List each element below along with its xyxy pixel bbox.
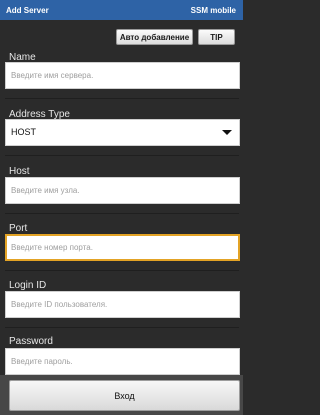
app-name: SSM mobile [190, 6, 236, 15]
login-id-label: Login ID [9, 280, 47, 291]
login-id-input[interactable]: Введите ID пользователя. [5, 291, 240, 318]
password-label: Password [9, 336, 53, 347]
password-input[interactable]: Введите пароль. [5, 348, 240, 375]
auto-add-button[interactable]: Авто добавление [116, 29, 193, 45]
page-title: Add Server [6, 6, 49, 15]
divider [5, 98, 239, 99]
address-type-value: HOST [11, 127, 37, 137]
port-input[interactable]: Введите номер порта. [5, 234, 240, 261]
server-name-input[interactable]: Введите имя сервера. [5, 62, 240, 89]
host-input[interactable]: Введите имя узла. [5, 177, 240, 204]
login-button[interactable]: Вход [9, 380, 240, 411]
divider [5, 327, 239, 328]
divider [5, 213, 239, 214]
address-type-select[interactable]: HOST [5, 119, 240, 146]
tip-button[interactable]: TIP [198, 29, 235, 45]
host-label: Host [9, 166, 30, 177]
port-label: Port [9, 223, 28, 234]
dropdown-arrow-icon [222, 130, 232, 135]
divider [5, 270, 239, 271]
title-bar: Add Server SSM mobile [0, 0, 243, 20]
divider [5, 155, 239, 156]
